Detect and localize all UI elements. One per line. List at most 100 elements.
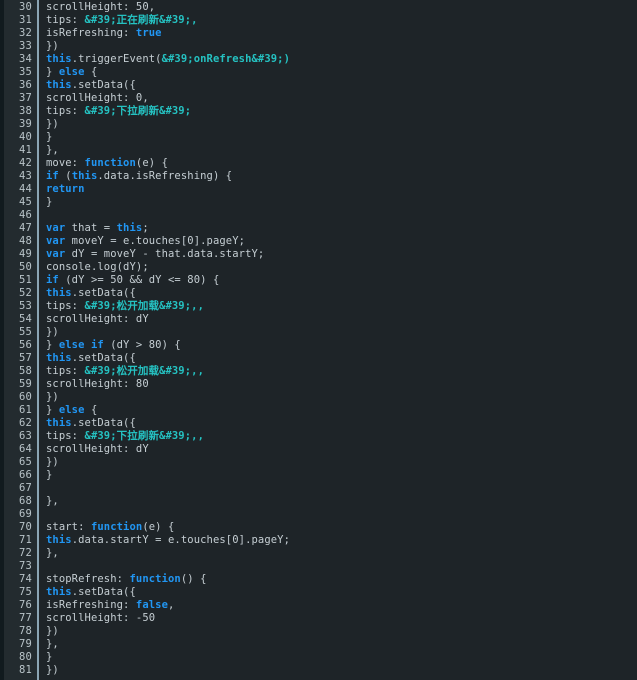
code-line[interactable]: }) [44,40,637,53]
code-line[interactable]: tips: &#39;下拉刷新&#39; [44,105,637,118]
code-token-plain: }) [46,625,59,637]
code-token-plain: }) [46,456,59,468]
code-line[interactable]: } else { [44,66,637,79]
code-line[interactable]: }, [44,638,637,651]
code-line[interactable] [44,508,637,521]
line-number: 73 [18,560,32,572]
code-line[interactable]: console.log(dY); [44,261,637,274]
code-line[interactable]: this.triggerEvent(&#39;onRefresh&#39;) [44,53,637,66]
code-token-plain: tips: [46,300,85,312]
code-line[interactable]: var that = this; [44,222,637,235]
code-line[interactable]: tips: &#39;正在刷新&#39;, [44,14,637,27]
code-token-kw: else [58,339,85,351]
line-number: 64 [18,443,32,455]
code-line[interactable]: if (dY >= 50 && dY <= 80) { [44,274,637,287]
line-number: 79 [18,638,32,650]
code-token-kw: true [135,27,162,39]
code-line[interactable]: tips: &#39;松开加载&#39;,, [44,300,637,313]
code-line[interactable]: scrollHeight: 80 [44,378,637,391]
code-token-kw: if [46,274,59,286]
code-line[interactable]: this.data.startY = e.touches[0].pageY; [44,534,637,547]
code-line[interactable]: isRefreshing: true [44,27,637,40]
code-line[interactable] [44,482,637,495]
code-line[interactable] [44,560,637,573]
code-line[interactable]: this.setData({ [44,352,637,365]
code-token-ent: &#39;下拉刷新&#39; [84,105,192,117]
line-number: 32 [18,27,32,39]
code-line[interactable]: move: function(e) { [44,157,637,170]
code-line[interactable]: scrollHeight: 0, [44,92,637,105]
line-number: 67 [18,482,32,494]
code-token-kw: function [90,521,143,533]
code-token-ent: &#39;onRefresh&#39;) [161,53,291,65]
code-line[interactable]: }) [44,118,637,131]
code-token-plain: scrollHeight: -50 [46,612,156,624]
code-line[interactable]: tips: &#39;松开加载&#39;,, [44,365,637,378]
code-line[interactable]: this.setData({ [44,79,637,92]
code-line[interactable]: return [44,183,637,196]
code-token-plain: } [46,404,59,416]
code-line[interactable]: } [44,131,637,144]
line-number: 37 [18,92,32,104]
code-line[interactable]: scrollHeight: dY [44,443,637,456]
code-token-plain: .setData({ [71,417,136,429]
code-token-plain: scrollHeight: 50, [46,1,156,13]
line-number: 49 [18,248,32,260]
code-token-kw: this [46,53,72,65]
code-line[interactable]: this.setData({ [44,417,637,430]
code-token-kw: this [46,534,72,546]
code-line[interactable]: stopRefresh: function() { [44,573,637,586]
code-line[interactable]: }) [44,625,637,638]
code-line[interactable]: }, [44,547,637,560]
code-line[interactable]: isRefreshing: false, [44,599,637,612]
line-number: 71 [18,534,32,546]
code-line[interactable] [44,209,637,222]
code-line[interactable]: }) [44,391,637,404]
line-number: 80 [18,651,32,663]
code-token-kw: this [46,352,72,364]
code-token-plain: } [46,66,59,78]
code-token-plain: scrollHeight: dY [46,313,149,325]
line-number: 61 [18,404,32,416]
line-number: 44 [18,183,32,195]
code-line[interactable]: }) [44,326,637,339]
code-line[interactable]: }) [44,664,637,677]
line-number: 43 [18,170,32,182]
code-line[interactable]: scrollHeight: 50, [44,1,637,14]
code-token-kw: var [46,222,66,234]
code-line[interactable]: } [44,469,637,482]
code-line[interactable]: } [44,196,637,209]
code-token-plain: scrollHeight: 0, [46,92,149,104]
code-token-kw: else [58,66,85,78]
code-token-plain: }) [46,118,59,130]
line-number: 53 [18,300,32,312]
code-line[interactable]: scrollHeight: dY [44,313,637,326]
code-line[interactable]: scrollHeight: -50 [44,612,637,625]
code-token-kw: this [46,417,72,429]
code-line[interactable]: var moveY = e.touches[0].pageY; [44,235,637,248]
code-line[interactable]: } else { [44,404,637,417]
code-token-plain: tips: [46,105,85,117]
line-number: 72 [18,547,32,559]
code-line[interactable]: this.setData({ [44,287,637,300]
code-line[interactable]: }) [44,456,637,469]
code-token-plain: } [46,131,53,143]
line-number: 31 [18,14,32,26]
code-line[interactable]: if (this.data.isRefreshing) { [44,170,637,183]
code-line[interactable]: } [44,651,637,664]
code-token-plain: }, [46,547,59,559]
code-line[interactable]: }, [44,144,637,157]
code-line[interactable]: start: function(e) { [44,521,637,534]
line-number: 47 [18,222,32,234]
line-number: 46 [18,209,32,221]
code-line[interactable]: var dY = moveY - that.data.startY; [44,248,637,261]
code-line[interactable]: this.setData({ [44,586,637,599]
code-token-kw: function [129,573,181,585]
code-content-area[interactable]: scrollHeight: 50, tips: &#39;正在刷新&#39;, is… [44,0,637,680]
code-token-plain: { [84,404,98,416]
code-token-plain: tips: [46,365,85,377]
code-line[interactable]: } else if (dY > 80) { [44,339,637,352]
code-token-plain: } [46,196,53,208]
code-line[interactable]: tips: &#39;下拉刷新&#39;,, [44,430,637,443]
code-line[interactable]: }, [44,495,637,508]
